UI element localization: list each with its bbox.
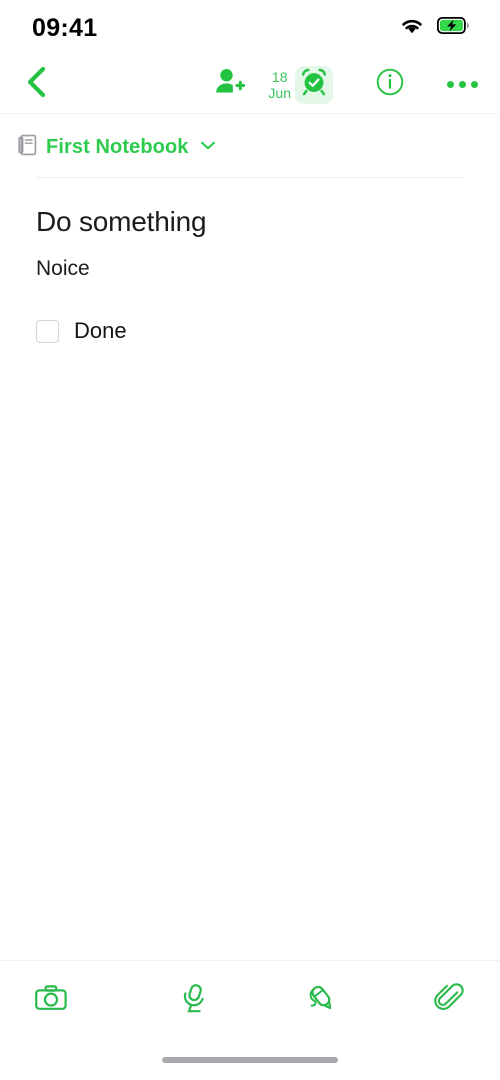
status-time: 09:41: [32, 13, 98, 42]
reminder-date[interactable]: 18 Jun: [268, 69, 291, 101]
note-editor-screen: 09:41 18 Jun First Notebook Do something…: [0, 0, 500, 1080]
wifi-icon: [399, 16, 425, 40]
reminder-day: 18: [271, 68, 288, 85]
handwriting-button[interactable]: [242, 983, 369, 1018]
person-add-icon: [214, 67, 246, 102]
chevron-left-icon: [23, 65, 49, 104]
todo-checkbox[interactable]: [36, 319, 59, 343]
info-button[interactable]: [375, 67, 405, 102]
reminder-month: Jun: [268, 84, 291, 101]
bottom-toolbar: [0, 960, 500, 1040]
microphone-icon: [179, 983, 209, 1018]
add-person-button[interactable]: [206, 67, 254, 102]
more-horizontal-icon: [447, 81, 454, 88]
note-title[interactable]: Do something: [36, 204, 464, 239]
notebook-name: First Notebook: [46, 136, 189, 158]
camera-button[interactable]: [34, 984, 131, 1017]
attachment-button[interactable]: [369, 983, 466, 1018]
battery-charging-icon: [436, 16, 470, 39]
note-content[interactable]: Do something Noice Done: [0, 178, 500, 960]
home-indicator[interactable]: [162, 1057, 338, 1063]
info-circle-icon: [375, 67, 405, 102]
reminder-alarm-button[interactable]: [295, 65, 333, 104]
more-dot-2-icon: [459, 81, 466, 88]
top-toolbar: 18 Jun: [0, 56, 500, 114]
back-button[interactable]: [10, 65, 62, 104]
notebook-icon: [18, 134, 37, 161]
status-bar: 09:41: [0, 0, 500, 56]
todo-label: Done: [74, 318, 127, 344]
more-options-button[interactable]: [447, 81, 478, 88]
paperclip-icon: [434, 983, 466, 1018]
status-indicators: [399, 16, 470, 40]
home-indicator-area: [0, 1040, 500, 1080]
handwriting-pen-icon: [304, 983, 338, 1018]
alarm-check-icon: [300, 68, 328, 101]
chevron-down-icon[interactable]: [198, 138, 218, 157]
more-dot-3-icon: [471, 81, 478, 88]
audio-record-button[interactable]: [131, 983, 242, 1018]
todo-item[interactable]: Done: [36, 318, 464, 344]
notebook-selector[interactable]: First Notebook: [0, 114, 500, 161]
note-body-text[interactable]: Noice: [36, 255, 464, 282]
camera-icon: [34, 984, 68, 1017]
